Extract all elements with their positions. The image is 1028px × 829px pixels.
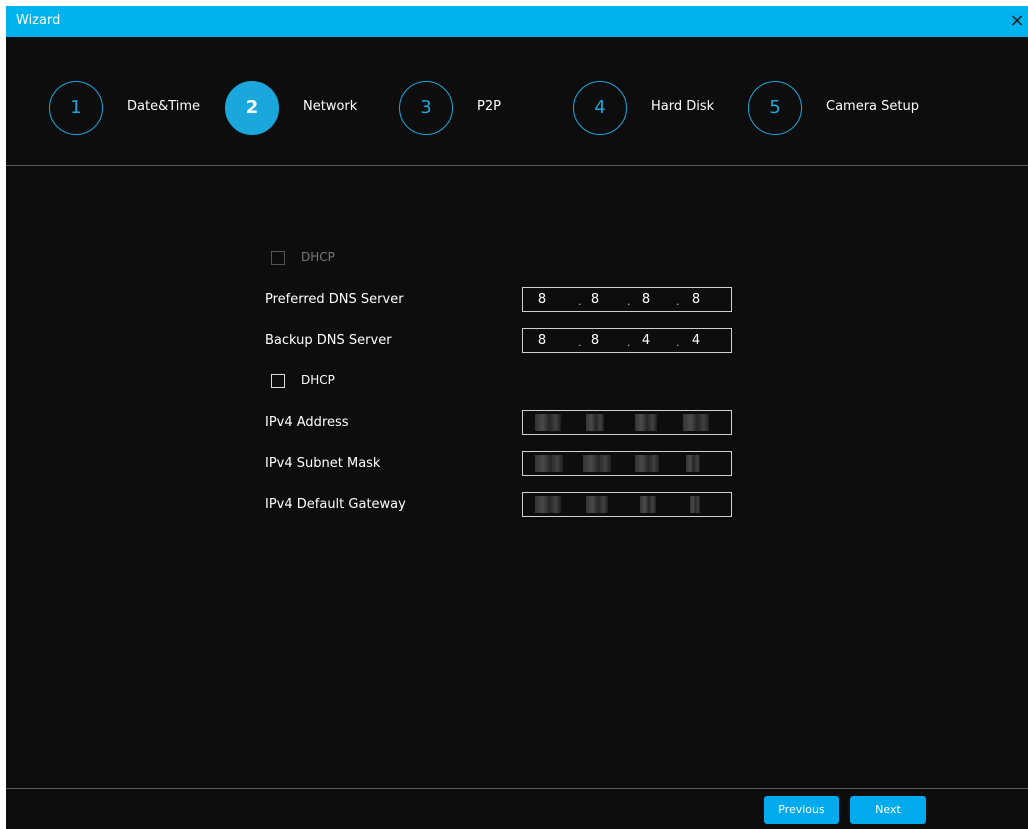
step-label: Network: [303, 99, 358, 114]
preferred-dns-label: Preferred DNS Server: [265, 292, 404, 307]
ipv4-address-label: IPv4 Address: [265, 415, 349, 430]
step-number: 2: [225, 81, 279, 135]
step-number: 4: [573, 81, 627, 135]
title-bar: Wizard ×: [6, 6, 1028, 37]
step-number: 5: [748, 81, 802, 135]
redacted-octet: [586, 496, 608, 513]
ip-octet[interactable]: 8: [633, 292, 659, 307]
ip-separator: .: [627, 295, 631, 308]
step-label: Hard Disk: [651, 99, 715, 114]
ipv4-gateway-label: IPv4 Default Gateway: [265, 497, 406, 512]
backup-dns-label: Backup DNS Server: [265, 333, 392, 348]
preferred-dns-input[interactable]: 8 . 8 . 8 . 8: [522, 287, 732, 312]
next-button[interactable]: Next: [850, 796, 926, 824]
ip-separator: .: [627, 336, 631, 349]
close-icon[interactable]: ×: [1006, 9, 1028, 33]
ip-octet[interactable]: 4: [633, 333, 659, 348]
ip-separator: .: [676, 336, 680, 349]
redacted-octet: [535, 455, 563, 472]
step-label: Camera Setup: [826, 99, 919, 114]
ip-octet[interactable]: 8: [529, 292, 555, 307]
step-label: Date&Time: [127, 99, 201, 114]
dns-dhcp-checkbox[interactable]: [271, 251, 285, 265]
ip-octet[interactable]: 8: [582, 292, 608, 307]
redacted-octet: [640, 496, 656, 513]
step-label: P2P: [477, 99, 501, 114]
ip-octet[interactable]: 8: [582, 333, 608, 348]
step-number: 3: [399, 81, 453, 135]
wizard-window: Wizard × 1 Date&Time 2 Network 3 P2P 4 H…: [6, 6, 1028, 829]
redacted-octet: [690, 496, 700, 513]
ip-separator: .: [578, 336, 582, 349]
footer-divider: [6, 788, 1028, 789]
redacted-octet: [635, 455, 659, 472]
wizard-steps: 1 Date&Time 2 Network 3 P2P 4 Hard Disk …: [6, 37, 1028, 166]
ip-octet[interactable]: 8: [683, 292, 709, 307]
backup-dns-input[interactable]: 8 . 8 . 4 . 4: [522, 328, 732, 353]
window-title: Wizard: [16, 13, 61, 28]
dns-dhcp-label: DHCP: [301, 250, 335, 264]
redacted-octet: [586, 414, 604, 431]
ipv4-subnet-input[interactable]: [522, 451, 732, 476]
ipv4-gateway-input[interactable]: [522, 492, 732, 517]
ipv4-dhcp-label: DHCP: [301, 373, 335, 387]
redacted-octet: [583, 455, 611, 472]
redacted-octet: [686, 455, 700, 472]
ip-octet[interactable]: 4: [683, 333, 709, 348]
previous-button[interactable]: Previous: [764, 796, 839, 824]
step-number: 1: [49, 81, 103, 135]
redacted-octet: [535, 414, 561, 431]
ipv4-dhcp-checkbox[interactable]: [271, 374, 285, 388]
redacted-octet: [635, 414, 657, 431]
redacted-octet: [683, 414, 709, 431]
ip-separator: .: [676, 295, 680, 308]
ip-octet[interactable]: 8: [529, 333, 555, 348]
ipv4-subnet-label: IPv4 Subnet Mask: [265, 456, 381, 471]
ipv4-address-input[interactable]: [522, 410, 732, 435]
ip-separator: .: [578, 295, 582, 308]
redacted-octet: [535, 496, 561, 513]
